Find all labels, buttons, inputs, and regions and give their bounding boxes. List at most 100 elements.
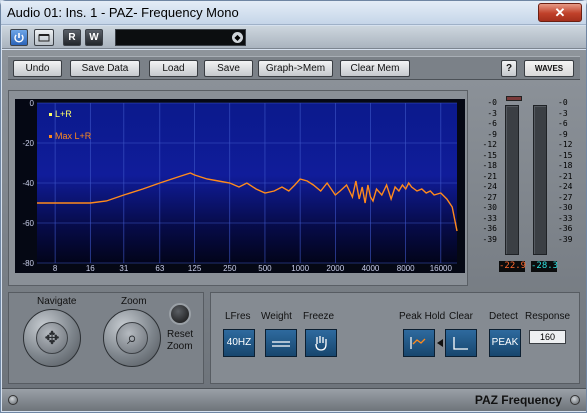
meter-scale-tick: -30 [482,203,497,212]
spectrum-graph[interactable]: 0 -20 -40 -60 -80 8 16 31 63 125 250 500 1000 2000 40… [15,99,465,273]
meter-scale-tick: -39 [482,234,497,244]
meter-scale-tick: -0 [558,98,568,107]
analysis-controls: LFres 40HZ Weight Freeze Peak Hold Clear… [210,292,580,384]
bottom-section: Navigate ✥ Zoom ⌕ Reset Zoom LFres 40HZ … [8,292,580,384]
navigate-zoom-panel: Navigate ✥ Zoom ⌕ Reset Zoom [8,292,204,384]
plugin-window: Audio 01: Ins. 1 - PAZ- Frequency Mono ✕… [0,0,587,413]
meter-scale-tick: -6 [558,119,568,128]
meter-scale-tick: -27 [558,192,573,202]
meter-scale-tick: -18 [482,161,497,170]
window-title: Audio 01: Ins. 1 - PAZ- Frequency Mono [7,5,239,20]
peak-indicator[interactable] [506,96,522,101]
title-bar: Audio 01: Ins. 1 - PAZ- Frequency Mono ✕ [1,1,586,25]
meter-scale-tick: -36 [482,224,497,233]
meter-scale-tick: -36 [558,224,573,233]
meter-scale-tick: -30 [558,203,573,212]
meter-scale-tick: -3 [487,108,497,118]
meter-scale-tick: -15 [482,150,497,160]
navigate-control[interactable]: ✥ [23,309,81,367]
weight-icon [272,341,290,347]
peak-hold-arrow-icon [437,339,443,347]
close-icon: ✕ [554,5,566,20]
graph-to-mem-button[interactable]: Graph->Mem [258,60,333,77]
meter-scale-right: -0 -3 -6 -9 -12 -15 -18 -21 -24 -27 -30 -33 -36 -39 [558,98,580,245]
peak-hold-label: Peak Hold [399,311,446,322]
clear-icon [453,337,468,350]
x-tick-label: 8000 [397,264,415,273]
y-tick-label: -40 [22,179,34,188]
x-tick-label: 8 [53,264,58,273]
meter-scale-tick: -33 [558,213,573,223]
power-button[interactable] [10,29,28,46]
clear-button[interactable] [445,329,477,357]
waves-logo[interactable]: WAVES [524,60,574,77]
x-tick-label: 1000 [291,264,309,273]
host-toolbar: R W ◆ [2,26,586,49]
waves-logo-text: WAVES [534,64,564,73]
reset-zoom-button[interactable] [169,303,191,325]
zoom-label: Zoom [121,296,147,307]
weight-label: Weight [261,311,292,322]
spectrum-graph-panel: 0 -20 -40 -60 -80 8 16 31 63 125 250 500 1000 2000 40… [8,90,468,286]
meter-scale-tick: -12 [558,140,573,149]
screw-icon [570,395,580,405]
bypass-button[interactable] [34,29,54,46]
x-tick-label: 16000 [430,264,453,273]
write-automation-button[interactable]: W [85,29,103,46]
meter-scale-tick: -6 [487,119,497,128]
y-tick-label: -80 [22,259,34,268]
meter-left-readout[interactable]: -22.9 [499,261,526,272]
bypass-icon [38,34,50,42]
zoom-control[interactable]: ⌕ [103,309,161,367]
x-tick-label: 2000 [326,264,344,273]
plugin-footer: PAZ Frequency [2,388,586,411]
product-name: PAZ Frequency [474,393,562,407]
help-button[interactable]: ? [501,60,517,77]
meter-right [533,105,547,255]
legend-swatch [49,113,52,116]
x-tick-label: 31 [119,264,128,273]
level-meters: -0 -3 -6 -9 -12 -15 -18 -21 -24 -27 -30 -33 -36 -39 -… [475,90,580,286]
meter-scale-tick: -27 [482,192,497,202]
save-button[interactable]: Save [204,60,253,77]
meter-scale-tick: -21 [482,171,497,181]
legend-label: Max L+R [55,131,92,141]
meter-scale-tick: -0 [487,98,497,107]
x-tick-label: 250 [223,264,237,273]
load-button[interactable]: Load [149,60,198,77]
preset-field[interactable]: ◆ [115,29,246,46]
meter-scale-tick: -24 [558,182,573,191]
close-button[interactable]: ✕ [538,3,582,22]
clear-mem-button[interactable]: Clear Mem [340,60,410,77]
hand-icon [315,336,327,351]
y-tick-label: -20 [22,139,34,148]
clear-label: Clear [449,311,473,322]
x-tick-label: 16 [86,264,95,273]
meter-scale-tick: -12 [482,140,497,149]
x-tick-label: 125 [188,264,202,273]
screw-icon [8,395,18,405]
lfres-label: LFres [225,311,251,322]
meter-scale-tick: -9 [558,129,568,139]
meter-scale-tick: -33 [482,213,497,223]
read-automation-button[interactable]: R [63,29,81,46]
response-field[interactable]: 160 [529,330,566,344]
waves-toolbar: Undo Save Data Load Save Graph->Mem Clea… [8,56,580,80]
save-data-button[interactable]: Save Data [70,60,140,77]
undo-button[interactable]: Undo [13,60,62,77]
peak-hold-button[interactable] [403,329,435,357]
lfres-button[interactable]: 40HZ [223,329,255,357]
y-tick-label: 0 [30,99,35,108]
navigate-label: Navigate [37,296,77,307]
preset-menu-icon[interactable]: ◆ [232,32,243,43]
legend-swatch [49,135,52,138]
meter-scale-tick: -39 [558,234,573,244]
meter-right-readout[interactable]: -28.3 [531,261,558,272]
meter-scale-tick: -9 [487,129,497,139]
freeze-button[interactable] [305,329,337,357]
detect-button[interactable]: PEAK [489,329,521,357]
weight-button[interactable] [265,329,297,357]
zoom-icon: ⌕ [116,322,148,354]
meter-scale-tick: -21 [558,171,573,181]
detect-label: Detect [489,311,518,322]
